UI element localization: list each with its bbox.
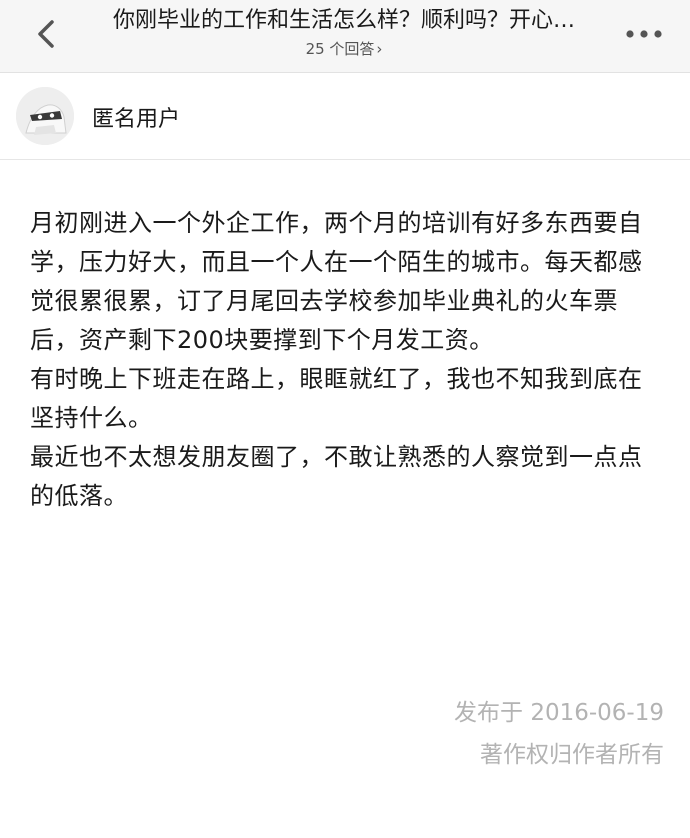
- avatar[interactable]: [16, 87, 74, 145]
- chevron-left-icon: [38, 20, 54, 48]
- more-dots-icon: [626, 30, 662, 38]
- answer-paragraph: 有时晚上下班走在路上，眼眶就红了，我也不知我到底在坚持什么。: [30, 365, 643, 432]
- more-button[interactable]: [622, 22, 666, 46]
- answer-content: 月初刚进入一个外企工作，两个月的培训有好多东西要自学，压力好大，而且一个人在一个…: [30, 204, 660, 516]
- answer-paragraph: 最近也不太想发朋友圈了，不敢让熟悉的人察觉到一点点的低落。: [30, 443, 643, 510]
- answer-meta: 发布于 2016-06-19 著作权归作者所有: [454, 692, 664, 776]
- chevron-right-icon: ›: [376, 40, 383, 58]
- top-navigation-bar: 你刚毕业的工作和生活怎么样？顺利吗？开心… 25 个回答 ›: [0, 0, 690, 73]
- question-title[interactable]: 你刚毕业的工作和生活怎么样？顺利吗？开心…: [84, 6, 604, 36]
- question-header[interactable]: 你刚毕业的工作和生活怎么样？顺利吗？开心… 25 个回答 ›: [84, 6, 604, 59]
- answer-paragraph: 月初刚进入一个外企工作，两个月的培训有好多东西要自学，压力好大，而且一个人在一个…: [30, 209, 643, 354]
- answers-count-link[interactable]: 25 个回答 ›: [84, 38, 604, 59]
- answers-count: 25 个回答: [305, 40, 375, 58]
- publish-date: 发布于 2016-06-19: [454, 700, 664, 726]
- author-row[interactable]: 匿名用户: [0, 73, 690, 160]
- back-button[interactable]: [28, 14, 68, 54]
- copyright-notice: 著作权归作者所有: [480, 742, 664, 768]
- author-name[interactable]: 匿名用户: [92, 101, 180, 133]
- anonymous-avatar-icon: [16, 87, 74, 145]
